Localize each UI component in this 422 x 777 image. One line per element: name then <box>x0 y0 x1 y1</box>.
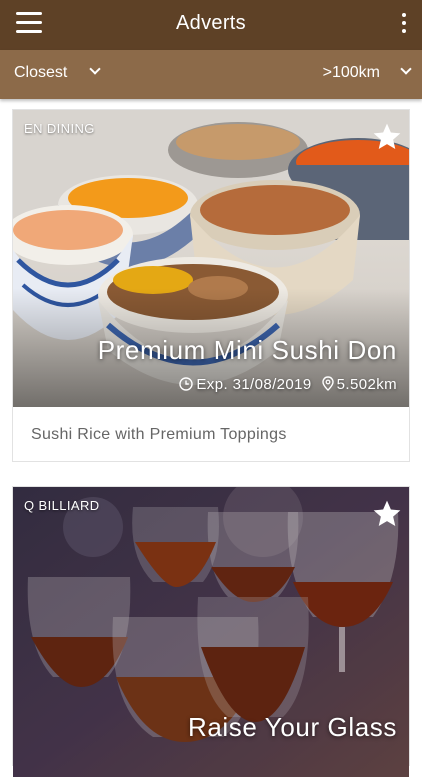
advert-meta: Exp. 31/08/2019 5.502km <box>179 376 397 393</box>
advert-photo: EN DINING Premium Mini Sushi Don Exp. 31… <box>13 110 409 407</box>
advert-card[interactable]: Q BILLIARD Raise Your Glass <box>12 486 410 777</box>
sort-dropdown[interactable]: Closest <box>14 63 102 82</box>
chevron-down-icon <box>400 63 412 75</box>
advert-title: Raise Your Glass <box>187 712 397 742</box>
filter-bar: Closest >100km <box>0 50 422 99</box>
expiry-date: Exp. 31/08/2019 <box>196 376 312 393</box>
more-vertical-icon[interactable] <box>400 13 408 37</box>
star-icon[interactable] <box>371 121 403 153</box>
merchant-name: EN DINING <box>24 121 95 136</box>
advert-card[interactable]: EN DINING Premium Mini Sushi Don Exp. 31… <box>12 109 410 462</box>
distance-value: 5.502km <box>336 376 397 393</box>
advert-title: Premium Mini Sushi Don <box>97 335 397 365</box>
chevron-down-icon <box>89 63 102 75</box>
location-pin-icon <box>321 376 334 391</box>
sort-label: Closest <box>14 64 68 81</box>
page-title: Adverts <box>176 12 246 34</box>
star-icon[interactable] <box>371 498 403 530</box>
distance-label: >100km <box>322 64 380 81</box>
advert-description: Sushi Rice with Premium Toppings <box>31 426 287 443</box>
distance-dropdown[interactable]: >100km <box>322 63 412 82</box>
merchant-name: Q BILLIARD <box>24 498 100 513</box>
clock-icon <box>179 377 194 391</box>
app-bar: Adverts <box>0 0 422 50</box>
advert-photo: Q BILLIARD Raise Your Glass <box>13 487 409 777</box>
